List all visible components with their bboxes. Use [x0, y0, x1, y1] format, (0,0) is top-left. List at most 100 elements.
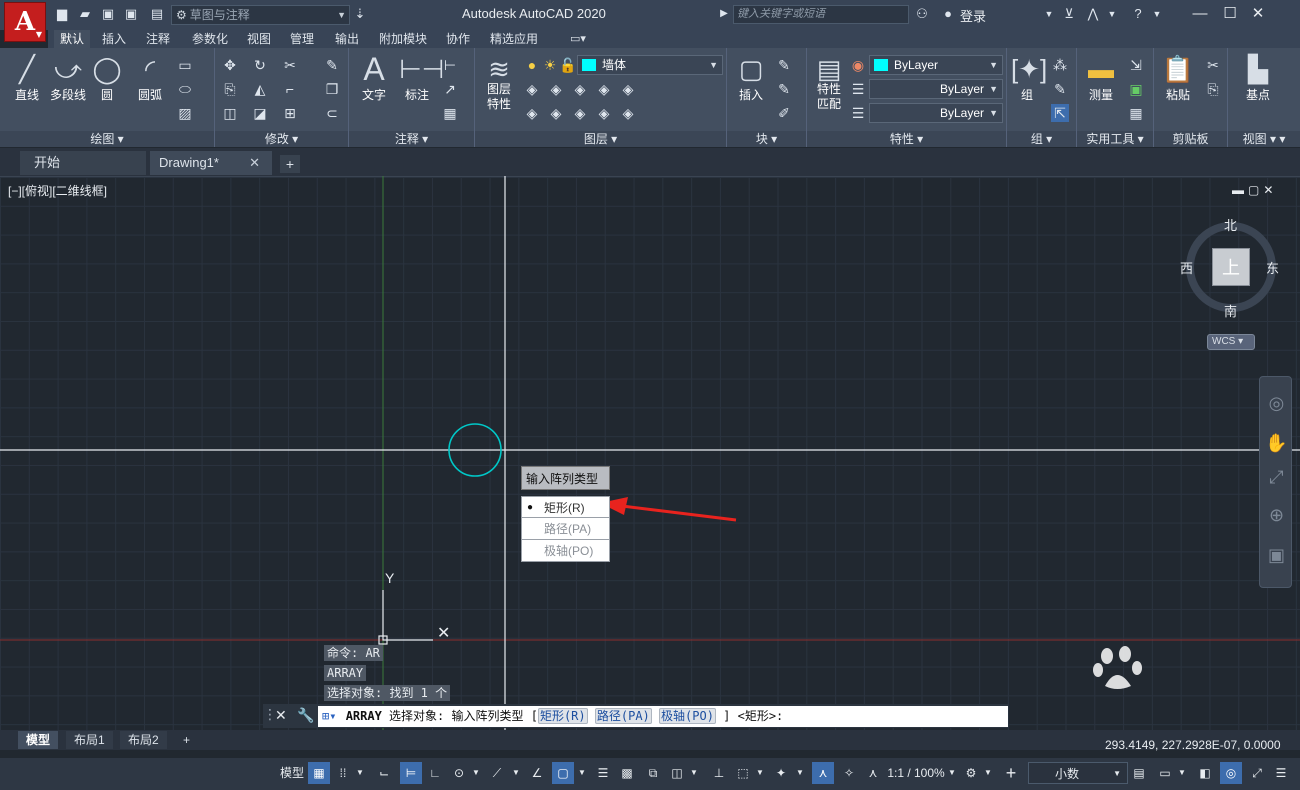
ellipse-icon[interactable]: ⬭	[176, 80, 194, 98]
chevron-right-icon[interactable]: ▶	[716, 6, 732, 22]
save-icon[interactable]: ▣	[100, 6, 116, 22]
group-tool[interactable]: [✦] 组	[1011, 52, 1047, 103]
tab-addins[interactable]: 附加模块	[373, 30, 433, 48]
trim-icon[interactable]: ✂	[281, 56, 299, 74]
steering-wheel-icon[interactable]: ◎	[1260, 393, 1293, 414]
layer-isolate-icon[interactable]: ◈	[547, 80, 565, 98]
color-wheel-icon[interactable]: ◉	[849, 56, 867, 74]
layer-off-icon[interactable]: ◈	[523, 80, 541, 98]
layer-select[interactable]: 墙体 ▼	[577, 55, 723, 75]
stretch-icon[interactable]: ◫	[221, 104, 239, 122]
quick-properties-icon[interactable]: ▤	[1128, 762, 1150, 784]
annotation-monitor-icon[interactable]: +	[1000, 762, 1022, 784]
clean-screen-icon[interactable]: ⤢	[1246, 762, 1268, 784]
ribbon-minimize-icon[interactable]: ▭▾	[564, 30, 592, 48]
rotate-icon[interactable]: ↻	[251, 56, 269, 74]
hardware-acceleration-icon[interactable]: ◧	[1194, 762, 1216, 784]
annotation-panel-title[interactable]: 注释 ▾	[349, 131, 474, 147]
rectangle-icon[interactable]: ▭	[176, 56, 194, 74]
annotation-scale-icon[interactable]: ⋏	[862, 762, 884, 784]
fillet-icon[interactable]: ⌐	[281, 80, 299, 98]
chevron-down-icon[interactable]: ▼	[1104, 6, 1120, 22]
polyline-tool[interactable]: ⤻ 多段线	[46, 52, 90, 103]
ortho-icon[interactable]: ∟	[424, 762, 446, 784]
block-attribute-icon[interactable]: ✐	[775, 104, 793, 122]
cmd-option-rectangular[interactable]: 矩形(R)	[537, 708, 588, 724]
open-folder-icon[interactable]: ▰	[77, 6, 93, 22]
tab-output[interactable]: 输出	[329, 30, 365, 48]
cart-icon[interactable]: ⊻	[1061, 6, 1077, 22]
linetype-icon[interactable]: ☰	[849, 80, 867, 98]
layer-properties-tool[interactable]: ≋ 图层 特性	[479, 52, 519, 112]
layer-current-icon[interactable]: ◈	[523, 104, 541, 122]
lightbulb-icon[interactable]: ●	[523, 56, 541, 74]
close-window-button[interactable]: ✕	[1246, 4, 1270, 24]
autoscale-icon[interactable]: ✧	[838, 762, 860, 784]
cmd-option-path[interactable]: 路径(PA)	[594, 708, 652, 724]
array-icon[interactable]: ⊞	[281, 104, 299, 122]
dynamic-input-icon[interactable]: ⊨	[400, 762, 422, 784]
infer-constraints-icon[interactable]: ⌙	[373, 762, 395, 784]
wcs-menu[interactable]: WCS ▾	[1207, 334, 1255, 350]
lineweight-icon[interactable]: ☰	[849, 104, 867, 122]
quick-select-icon[interactable]: ⇲	[1127, 56, 1145, 74]
sun-icon[interactable]: ☀	[541, 56, 559, 74]
viewport-controls[interactable]: [−][俯视][二维线框]	[8, 182, 107, 199]
line-tool[interactable]: ╱ 直线	[10, 52, 44, 103]
selection-filter-icon[interactable]: ⬚	[732, 762, 754, 784]
mirror-icon[interactable]: ◭	[251, 80, 269, 98]
option-path[interactable]: 路径(PA)	[521, 518, 610, 540]
viewcube-top-face[interactable]: 上	[1212, 248, 1250, 286]
chevron-down-icon[interactable]: ▼	[576, 762, 588, 784]
dimension-tool[interactable]: ⊢⊣ 标注	[399, 52, 444, 103]
viewport-window-controls[interactable]: ▬▢✕	[1232, 183, 1277, 197]
add-layout-button[interactable]: +	[175, 731, 198, 749]
cut-icon[interactable]: ✂	[1204, 56, 1222, 74]
paste-tool[interactable]: 📋 粘贴	[1160, 52, 1196, 103]
object-snap-icon[interactable]: ▢	[552, 762, 574, 784]
linetype-select[interactable]: ByLayer ▼	[869, 79, 1003, 99]
chevron-down-icon[interactable]: ▼	[510, 762, 522, 784]
network-icon[interactable]: ⋀	[1085, 6, 1101, 22]
tab-layout2[interactable]: 布局2	[120, 731, 167, 749]
groups-panel-title[interactable]: 组 ▾	[1007, 131, 1076, 147]
help-icon[interactable]: ?	[1130, 6, 1146, 22]
isolate-objects-icon[interactable]: ◎	[1220, 762, 1242, 784]
app-menu-button[interactable]: A ▼	[4, 2, 46, 42]
lock-icon[interactable]: 🔓	[559, 56, 577, 74]
copy-clip-icon[interactable]: ⎘	[1204, 80, 1222, 98]
compass-west[interactable]: 西	[1180, 258, 1193, 277]
view-panel-title[interactable]: 视图 ▾ ▾	[1228, 131, 1300, 147]
new-file-icon[interactable]: ▆	[54, 6, 70, 22]
layer-state-icon[interactable]: ◈	[619, 80, 637, 98]
edit-block-icon[interactable]: ✎	[775, 80, 793, 98]
tab-default[interactable]: 默认	[54, 30, 91, 48]
minimize-button[interactable]: —	[1188, 4, 1212, 24]
block-panel-title[interactable]: 块 ▾	[727, 131, 806, 147]
chevron-down-icon[interactable]: ▼	[982, 762, 994, 784]
isodraft-icon[interactable]: ⟋	[486, 762, 508, 784]
layer-unlock-icon[interactable]: ◈	[619, 104, 637, 122]
tab-parametric[interactable]: 参数化	[186, 30, 234, 48]
erase-icon[interactable]: ✎	[323, 56, 341, 74]
compass-north[interactable]: 北	[1224, 215, 1237, 234]
chevron-down-icon[interactable]: ▼	[354, 762, 366, 784]
close-icon[interactable]: ✕	[249, 151, 260, 175]
gizmo-icon[interactable]: ✦	[770, 762, 792, 784]
properties-panel-title[interactable]: 特性 ▾	[807, 131, 1006, 147]
close-icon[interactable]: ✕	[275, 707, 287, 724]
dynamic-ucs-icon[interactable]: ⊥	[708, 762, 730, 784]
move-icon[interactable]: ✥	[221, 56, 239, 74]
user-icon[interactable]: ●	[940, 6, 956, 22]
create-block-icon[interactable]: ✎	[775, 56, 793, 74]
compass-east[interactable]: 东	[1266, 258, 1279, 277]
tab-featured-apps[interactable]: 精选应用	[484, 30, 544, 48]
grid-icon[interactable]: ▦	[308, 762, 330, 784]
layer-unisolate-icon[interactable]: ◈	[571, 104, 589, 122]
base-point-tool[interactable]: ▙ 基点	[1236, 52, 1280, 103]
login-button[interactable]: 登录	[960, 6, 986, 25]
offset-icon[interactable]: ⊂	[323, 104, 341, 122]
select-all-icon[interactable]: ▣	[1127, 80, 1145, 98]
layer-match-icon[interactable]: ◈	[547, 104, 565, 122]
arc-tool[interactable]: ◜ 圆弧	[132, 52, 168, 103]
